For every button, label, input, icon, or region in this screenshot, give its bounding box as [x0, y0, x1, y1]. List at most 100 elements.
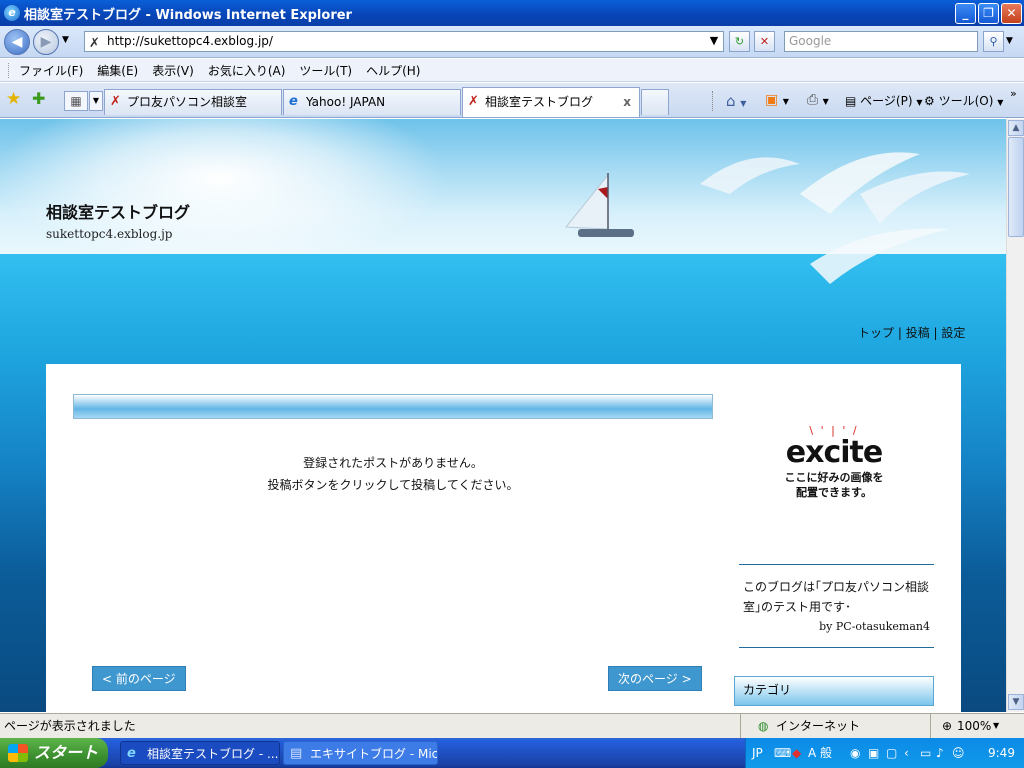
- keyboard-icon[interactable]: ⌨: [774, 738, 791, 768]
- ie-logo-icon: e: [127, 746, 136, 761]
- zoom-icon: ⊕: [942, 719, 953, 733]
- top-link[interactable]: トップ: [858, 326, 894, 340]
- vertical-scrollbar[interactable]: ▲ ▼: [1006, 119, 1024, 712]
- no-post-line-2: 投稿ボタンをクリックして投稿してください。: [267, 478, 519, 492]
- add-favorite-icon[interactable]: ✚: [32, 89, 45, 108]
- menu-tools[interactable]: ツール(T): [299, 62, 352, 79]
- minimize-button[interactable]: _: [955, 3, 976, 24]
- refresh-button[interactable]: ↻: [729, 31, 750, 52]
- link-separator: |: [894, 326, 906, 340]
- exblog-favicon-icon: ✗: [110, 94, 121, 109]
- taskbar: スタート e 相談室テストブログ - ... ▤ エキサイトブログ - Micr…: [0, 738, 1024, 768]
- zoom-level[interactable]: 100%: [957, 714, 991, 738]
- excite-caption-1: ここに好みの画像を: [784, 471, 884, 484]
- menu-bar: ファイル(F) 編集(E) 表示(V) お気に入り(A) ツール(T) ヘルプ(…: [0, 59, 1024, 82]
- tools-menu-label: ツール(O): [938, 94, 994, 108]
- system-tray: JP ⌨ ◆ A 般 ◉ ▣ ▢ ‹ ▭ ♪ ☺ 9:49: [745, 738, 1024, 768]
- search-options-dropdown-icon[interactable]: ▼: [1006, 36, 1013, 46]
- search-input[interactable]: Google: [784, 31, 978, 52]
- taskbar-item-label: 相談室テストブログ - ...: [147, 747, 279, 761]
- exblog-favicon-icon: ✗: [89, 36, 100, 51]
- next-page-button[interactable]: 次のページ >: [608, 666, 702, 691]
- taskbar-item-word[interactable]: ▤ エキサイトブログ - Micr...: [283, 741, 438, 765]
- tray-app-icon[interactable]: ◉: [850, 738, 860, 768]
- home-icon[interactable]: ⌂ ▼: [726, 92, 746, 110]
- close-tab-icon[interactable]: x: [623, 88, 631, 116]
- tray-expand-icon[interactable]: ‹: [904, 738, 909, 768]
- page-viewport: 相談室テストブログ sukettopc4.exblog.jp トップ | 投稿 …: [0, 119, 1006, 712]
- link-separator: |: [929, 326, 942, 340]
- language-indicator[interactable]: JP: [752, 738, 763, 768]
- back-button[interactable]: ◀: [4, 29, 30, 55]
- menu-help[interactable]: ヘルプ(H): [366, 62, 420, 79]
- scroll-down-icon[interactable]: ▼: [1008, 694, 1024, 710]
- tabs-row: ★ ✚ ▦ ▼ ✗ プロ友パソコン相談室 e Yahoo! JAPAN ✗ 相談…: [0, 83, 1024, 118]
- tray-app-icon[interactable]: ▢: [886, 738, 897, 768]
- new-tab-button[interactable]: [641, 89, 669, 115]
- post-link[interactable]: 投稿: [906, 326, 930, 340]
- scroll-up-icon[interactable]: ▲: [1008, 120, 1024, 136]
- menu-edit[interactable]: 編集(E): [97, 62, 138, 79]
- word-document-icon: ▤: [290, 746, 303, 761]
- search-icon[interactable]: ⚲: [983, 31, 1004, 52]
- status-divider: [740, 714, 741, 738]
- start-button[interactable]: スタート: [0, 738, 108, 768]
- excite-caption-2: 配置できます。: [796, 486, 872, 499]
- prev-page-button[interactable]: < 前のページ: [92, 666, 186, 691]
- no-post-message: 登録されたポストがありません。 投稿ボタンをクリックして投稿してください。: [46, 452, 740, 496]
- address-row: ◀ ▶ ▼ ✗ http://sukettopc4.exblog.jp/ ▼ ↻…: [0, 26, 1024, 58]
- menu-view[interactable]: 表示(V): [152, 62, 194, 79]
- maximize-button[interactable]: ❐: [978, 3, 999, 24]
- window-title: 相談室テストブログ - Windows Internet Explorer: [24, 7, 352, 23]
- ie-logo-icon: e: [4, 5, 20, 21]
- forward-button[interactable]: ▶: [33, 29, 59, 55]
- tools-menu-button[interactable]: ⚙ ツール(O) ▼: [924, 92, 1003, 109]
- address-bar[interactable]: ✗ http://sukettopc4.exblog.jp/: [84, 31, 724, 52]
- post-header-bar: [73, 394, 713, 419]
- status-divider: [930, 714, 931, 738]
- tab-test-blog[interactable]: ✗ 相談室テストブログ x: [462, 87, 640, 117]
- network-icon[interactable]: ▭: [920, 738, 931, 768]
- tab-pro-pc[interactable]: ✗ プロ友パソコン相談室: [104, 89, 282, 115]
- tab-label: Yahoo! JAPAN: [306, 95, 386, 109]
- start-label: スタート: [34, 743, 99, 762]
- menu-favorites[interactable]: お気に入り(A): [208, 62, 286, 79]
- security-zone: インターネット: [776, 719, 861, 733]
- tray-app-icon[interactable]: ▣: [868, 738, 879, 768]
- about-box: このブログは｢プロ友パソコン相談室｣のテスト用です･ by PC-otasuke…: [739, 564, 934, 648]
- chevron-more-icon[interactable]: »: [1010, 87, 1017, 100]
- blog-title[interactable]: 相談室テストブログ: [46, 199, 190, 223]
- tab-list-dropdown-icon[interactable]: ▼: [89, 91, 103, 111]
- print-icon[interactable]: ⎙ ▼: [807, 92, 829, 108]
- title-bar: e 相談室テストブログ - Windows Internet Explorer: [0, 0, 1024, 26]
- taskbar-item-label: エキサイトブログ - Micr...: [310, 747, 438, 761]
- tray-app-icon[interactable]: ☺: [952, 738, 965, 768]
- ime-icon[interactable]: ◆: [792, 738, 801, 768]
- volume-icon[interactable]: ♪: [936, 738, 944, 768]
- quick-tabs-icon[interactable]: ▦: [64, 91, 88, 111]
- tab-label: 相談室テストブログ: [485, 95, 594, 109]
- page-icon: ▤: [845, 94, 857, 108]
- excite-banner[interactable]: \ ' | ' / excite ここに好みの画像を 配置できます。: [773, 424, 895, 500]
- settings-link[interactable]: 設定: [941, 326, 965, 340]
- seagulls-image: [700, 152, 970, 284]
- zoom-dropdown-icon[interactable]: ▼: [993, 714, 999, 738]
- favorites-star-icon[interactable]: ★: [6, 89, 21, 109]
- status-text: ページが表示されました: [4, 719, 136, 733]
- taskbar-item-ie[interactable]: e 相談室テストブログ - ...: [120, 741, 280, 765]
- clock[interactable]: 9:49: [988, 738, 1015, 768]
- ime-mode[interactable]: A 般: [808, 738, 832, 768]
- rss-feed-icon[interactable]: ▣ ▼: [765, 92, 789, 108]
- category-header: カテゴリ: [734, 676, 934, 706]
- stop-button[interactable]: ✕: [754, 31, 775, 52]
- address-dropdown-icon[interactable]: ▼: [705, 31, 723, 52]
- recent-pages-dropdown-icon[interactable]: ▼: [62, 35, 69, 45]
- menu-file[interactable]: ファイル(F): [19, 62, 83, 79]
- address-url: http://sukettopc4.exblog.jp/: [107, 34, 273, 48]
- page-menu-button[interactable]: ▤ ページ(P) ▼: [845, 92, 923, 109]
- scroll-thumb[interactable]: [1008, 137, 1024, 237]
- tab-yahoo[interactable]: e Yahoo! JAPAN: [283, 89, 461, 115]
- main-content: 登録されたポストがありません。 投稿ボタンをクリックして投稿してください。 < …: [46, 364, 961, 712]
- sailboat-image: [564, 173, 634, 237]
- close-window-button[interactable]: ✕: [1001, 3, 1022, 24]
